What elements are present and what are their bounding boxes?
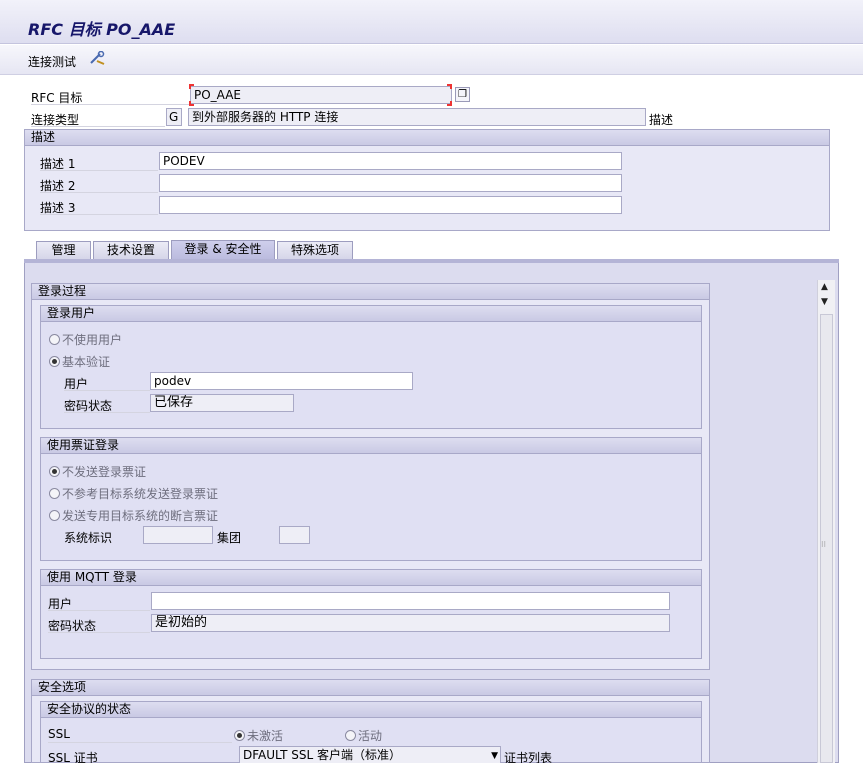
tab-logon-security[interactable]: 登录 & 安全性 bbox=[171, 240, 275, 260]
radio-button-icon bbox=[345, 730, 356, 741]
description-1-label: 描述 1 bbox=[40, 155, 158, 171]
radio-ssl-active[interactable]: 活动 bbox=[345, 727, 382, 744]
password-status-field: 已保存 bbox=[150, 394, 294, 412]
ssl-certificate-label: SSL 证书 bbox=[48, 751, 98, 763]
radio-send-ticket[interactable]: 不参考目标系统发送登录票证 bbox=[49, 485, 218, 502]
connection-type-code[interactable]: G bbox=[166, 108, 182, 126]
radio-button-selected-icon bbox=[234, 730, 245, 741]
description-2-label: 描述 2 bbox=[40, 177, 158, 193]
system-id-label: 系统标识 bbox=[64, 531, 113, 545]
copy-icon[interactable]: ❐ bbox=[455, 87, 470, 102]
connection-type-label: 连接类型 bbox=[31, 111, 165, 127]
tab-panel-border bbox=[24, 259, 839, 263]
ssl-label: SSL bbox=[48, 727, 232, 743]
user-field[interactable]: podev bbox=[150, 372, 413, 390]
mqtt-user-label: 用户 bbox=[48, 595, 150, 611]
description-1-field[interactable]: PODEV bbox=[159, 152, 622, 170]
description-2-field[interactable] bbox=[159, 174, 622, 192]
tab-technical-settings[interactable]: 技术设置 bbox=[93, 241, 169, 260]
mqtt-password-status-label: 密码状态 bbox=[48, 617, 150, 633]
rfc-destination-label: RFC 目标 bbox=[31, 89, 189, 105]
client-field[interactable] bbox=[279, 526, 310, 544]
radio-basic-auth[interactable]: 基本验证 bbox=[49, 353, 110, 370]
system-id-field[interactable] bbox=[143, 526, 213, 544]
rfc-destination-field[interactable]: PO_AAE bbox=[190, 86, 452, 104]
mqtt-password-status-field: 是初始的 bbox=[151, 614, 670, 632]
password-status-label: 密码状态 bbox=[64, 397, 150, 413]
user-label: 用户 bbox=[64, 375, 150, 391]
radio-assertion-ticket[interactable]: 发送专用目标系统的断言票证 bbox=[49, 507, 218, 524]
required-marker bbox=[189, 84, 194, 89]
mqtt-logon-group-title: 使用 MQTT 登录 bbox=[41, 570, 701, 586]
logon-user-group-title: 登录用户 bbox=[41, 306, 701, 322]
connection-test-button[interactable]: 连接测试 bbox=[28, 53, 76, 70]
scrollbar-track[interactable] bbox=[820, 314, 833, 763]
client-label: 集团 bbox=[217, 531, 242, 545]
description-3-label: 描述 3 bbox=[40, 199, 158, 215]
scrollbar-grip-icon[interactable]: ⁝⁝ bbox=[821, 540, 826, 549]
radio-button-icon bbox=[49, 334, 60, 345]
vertical-scrollbar[interactable]: ▲ ▼ ⁝⁝ bbox=[817, 280, 835, 763]
test-tool-icon[interactable] bbox=[88, 50, 108, 67]
tab-administration[interactable]: 管理 bbox=[36, 241, 91, 260]
logon-procedure-title: 登录过程 bbox=[32, 284, 709, 300]
description-section-title: 描述 bbox=[25, 130, 829, 146]
application-toolbar: 连接测试 bbox=[0, 45, 863, 75]
connection-type-description: 到外部服务器的 HTTP 连接 bbox=[188, 108, 646, 126]
ssl-certificate-dropdown[interactable]: DFAULT SSL 客户端（标准） ▼ bbox=[239, 746, 501, 763]
required-marker bbox=[447, 101, 452, 106]
security-options-title: 安全选项 bbox=[32, 680, 709, 696]
radio-button-icon bbox=[49, 510, 60, 521]
radio-no-ticket[interactable]: 不发送登录票证 bbox=[49, 463, 146, 480]
title-bar: RFC 目标 PO_AAE bbox=[0, 0, 863, 44]
security-protocol-title: 安全协议的状态 bbox=[41, 702, 701, 718]
tab-special-options[interactable]: 特殊选项 bbox=[277, 241, 353, 260]
radio-no-user[interactable]: 不使用用户 bbox=[49, 331, 122, 348]
scroll-up-icon[interactable]: ▲ bbox=[821, 282, 828, 292]
description-3-field[interactable] bbox=[159, 196, 622, 214]
radio-button-selected-icon bbox=[49, 356, 60, 367]
radio-button-icon bbox=[49, 488, 60, 499]
scroll-down-icon[interactable]: ▼ bbox=[821, 297, 828, 307]
required-marker bbox=[447, 84, 452, 89]
mqtt-user-field[interactable] bbox=[151, 592, 670, 610]
logon-ticket-group-title: 使用票证登录 bbox=[41, 438, 701, 454]
description-side-label: 描述 bbox=[649, 113, 674, 127]
radio-button-selected-icon bbox=[49, 466, 60, 477]
window-title: RFC 目标 PO_AAE bbox=[28, 20, 176, 39]
certificate-list-link[interactable]: 证书列表 bbox=[504, 749, 552, 763]
radio-ssl-inactive[interactable]: 未激活 bbox=[234, 727, 283, 744]
required-marker bbox=[189, 101, 194, 106]
dropdown-arrow-icon[interactable]: ▼ bbox=[491, 749, 498, 763]
